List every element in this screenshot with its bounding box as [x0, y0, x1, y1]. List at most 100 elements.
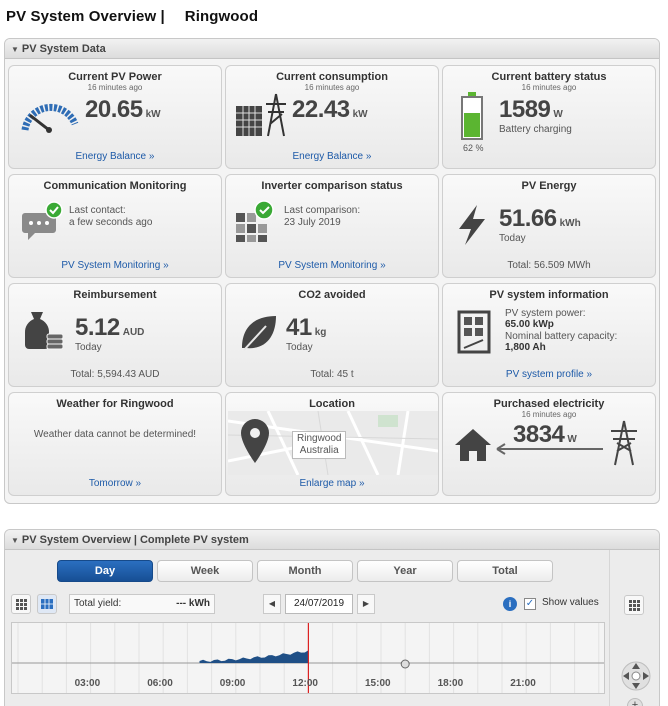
zoom-in-button[interactable]: +	[627, 698, 643, 706]
weather-tomorrow-link[interactable]: Tomorrow »	[9, 478, 221, 489]
co2-unit: kg	[314, 327, 327, 338]
pv-yield-area	[199, 650, 309, 663]
date-input[interactable]: 24/07/2019	[285, 594, 353, 614]
purchased-number: 3834	[513, 421, 565, 448]
grid-view-button[interactable]	[11, 594, 31, 614]
side-grid-button[interactable]	[624, 595, 644, 615]
reimbursement-value: 5.12 AUD	[75, 314, 144, 342]
x-tick-label: 12:00	[292, 678, 318, 689]
pan-control-icon[interactable]	[620, 660, 652, 692]
pv-energy-total: Total: 56.509 MWh	[507, 260, 591, 271]
previous-date-button[interactable]: ◀	[263, 594, 281, 614]
energy-balance-link-pv[interactable]: Energy Balance »	[9, 151, 221, 162]
tile-title: Location	[309, 398, 355, 410]
pv-system-power-number: 65.00 kWp	[505, 319, 554, 330]
tile-timestamp: 16 minutes ago	[521, 83, 577, 92]
battery-percent: 62 %	[463, 143, 484, 153]
battery-number: 1589	[499, 96, 551, 123]
pv-system-profile-link[interactable]: PV system profile »	[443, 369, 655, 380]
co2-total: Total: 45 t	[310, 369, 354, 380]
battery-icon	[461, 92, 483, 142]
triangle-left-icon: ◀	[268, 599, 276, 608]
tile-co2-avoided: CO2 avoided 41 kg Today Total: 45 t	[225, 283, 439, 387]
chat-bubble-check-icon	[22, 201, 63, 240]
pv-system-monitoring-link-inverter[interactable]: PV System Monitoring »	[226, 260, 438, 271]
energy-balance-link-consumption[interactable]: Energy Balance »	[226, 151, 438, 162]
tab-day[interactable]: Day	[57, 560, 153, 582]
x-tick-label: 15:00	[365, 678, 391, 689]
pv-power-value: 20.65 kW	[85, 96, 161, 124]
next-date-button[interactable]: ▶	[357, 594, 375, 614]
pv-system-data-header-label: PV System Data	[21, 43, 106, 55]
collapse-triangle-icon[interactable]: ▼	[11, 45, 19, 54]
tile-title: Inverter comparison status	[261, 180, 403, 192]
tab-week[interactable]: Week	[157, 560, 253, 582]
co2-value: 41 kg	[286, 314, 326, 342]
triangle-right-icon: ▶	[362, 599, 370, 608]
solar-panel-view-icon	[41, 599, 53, 609]
tile-location[interactable]: Location Ringwood Australia Enlarge map …	[225, 392, 439, 496]
money-bag-coins-icon	[24, 312, 64, 350]
solar-panel-pylon-icon	[236, 93, 286, 137]
tile-reimbursement: Reimbursement 5.12 AUD Today Total: 5,594…	[8, 283, 222, 387]
pv-system-power-value: 65.00 kWp	[505, 319, 554, 331]
tile-pv-system-information: PV system information PV system power: 6…	[442, 283, 656, 387]
pv-power-unit: kW	[145, 109, 161, 120]
tile-purchased-electricity: Purchased electricity 16 minutes ago 383…	[442, 392, 656, 496]
page-title-text: PV System Overview |	[6, 8, 165, 25]
tile-title: Purchased electricity	[493, 398, 605, 410]
x-tick-label: 06:00	[147, 678, 173, 689]
pv-energy-unit: kWh	[559, 218, 581, 229]
power-pylon-icon	[611, 420, 637, 466]
overview-header-label: PV System Overview | Complete PV system	[21, 534, 249, 546]
tile-pv-energy: PV Energy 51.66 kWh Today Total: 56.509 M…	[442, 174, 656, 278]
location-label: Ringwood Australia	[292, 431, 347, 459]
tile-current-pv-power: Current PV Power 16 minutes ago 20.65 kW …	[8, 65, 222, 169]
tile-title: PV system information	[489, 289, 609, 301]
pv-energy-value: 51.66 kWh	[499, 205, 581, 233]
tab-month[interactable]: Month	[257, 560, 353, 582]
location-country: Australia	[299, 445, 339, 456]
tab-total[interactable]: Total	[457, 560, 553, 582]
consumption-number: 22.43	[292, 96, 350, 123]
location-pin-icon	[241, 419, 269, 463]
enlarge-map-link[interactable]: Enlarge map »	[226, 478, 438, 489]
tile-title: CO2 avoided	[298, 289, 366, 301]
battery-capacity-value: 1,800 Ah	[505, 342, 546, 354]
solar-view-button[interactable]	[37, 594, 57, 614]
reimbursement-total: Total: 5,594.43 AUD	[70, 369, 160, 380]
show-values-checkbox[interactable]: ✓	[524, 598, 536, 610]
weather-message: Weather data cannot be determined!	[33, 429, 197, 440]
tile-weather: Weather for Ringwood Weather data cannot…	[8, 392, 222, 496]
site-name: Ringwood	[184, 8, 259, 25]
tile-title: Reimbursement	[73, 289, 157, 301]
tab-year[interactable]: Year	[357, 560, 453, 582]
tile-title: Communication Monitoring	[43, 180, 187, 192]
lightning-bolt-icon	[459, 205, 485, 245]
info-icon[interactable]: i	[503, 597, 517, 611]
pv-system-monitoring-link-comm[interactable]: PV System Monitoring »	[9, 260, 221, 271]
overview-header[interactable]: ▼ PV System Overview | Complete PV system	[5, 530, 659, 550]
tile-title: PV Energy	[521, 180, 577, 192]
grid-view-icon	[629, 600, 640, 611]
battery-fill	[464, 113, 480, 137]
pv-energy-period: Today	[499, 233, 526, 244]
speedometer-icon	[21, 103, 79, 133]
tile-inverter-comparison: Inverter comparison status Last comparis…	[225, 174, 439, 278]
co2-number: 41	[286, 314, 312, 341]
total-yield-value: --- kWh	[176, 598, 210, 609]
collapse-triangle-icon[interactable]: ▼	[11, 536, 19, 545]
battery-capacity-number: 1,800 Ah	[505, 342, 546, 353]
pv-system-data-header[interactable]: ▼ PV System Data	[5, 39, 659, 59]
co2-period: Today	[286, 342, 313, 353]
x-tick-label: 09:00	[219, 678, 246, 689]
battery-state: Battery charging	[499, 124, 572, 135]
inverter-grid-check-icon	[236, 200, 274, 242]
pv-system-data-panel: ▼ PV System Data Current PV Power 16 minu…	[4, 38, 660, 504]
range-slider-knob	[400, 659, 410, 669]
tile-title: Current battery status	[491, 71, 607, 83]
last-contact-value: a few seconds ago	[69, 217, 153, 228]
x-tick-label: 21:00	[510, 678, 536, 689]
show-values-label: Show values	[542, 597, 599, 608]
total-yield-label: Total yield:	[74, 598, 122, 609]
